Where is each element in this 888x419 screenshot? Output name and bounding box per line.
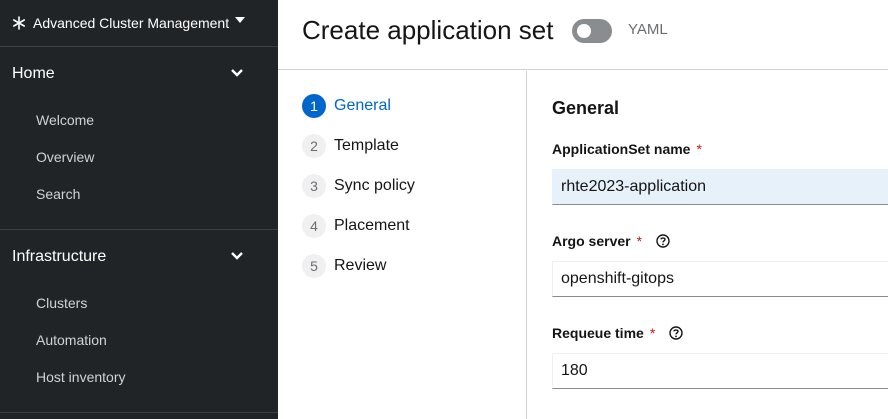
- chevron-down-icon: [230, 251, 244, 261]
- sidebar: Advanced Cluster Management Home Welcome…: [0, 0, 278, 419]
- requeue-time-label: Requeue time *: [552, 325, 683, 341]
- nav-group-label: Infrastructure: [12, 248, 107, 265]
- toggle-knob: [577, 24, 591, 38]
- nav-group-home[interactable]: Home: [0, 56, 278, 92]
- step-label: Placement: [334, 217, 410, 234]
- wizard-step-template[interactable]: 2 Template: [302, 134, 399, 158]
- nav-divider: [0, 412, 278, 413]
- step-number: 4: [302, 214, 326, 238]
- step-number: 2: [302, 134, 326, 158]
- wizard-nav: 1 General 2 Template 3 Sync policy 4 Pla…: [278, 71, 527, 419]
- field-label-text: Argo server: [552, 233, 631, 249]
- requeue-time-input[interactable]: 180: [552, 353, 888, 389]
- required-asterisk: *: [696, 141, 702, 157]
- general-form: General ApplicationSet name * rhte2023-a…: [528, 71, 888, 419]
- wizard-step-general[interactable]: 1 General: [302, 94, 391, 118]
- page-title: Create application set: [302, 15, 554, 45]
- section-title: General: [552, 98, 620, 118]
- argo-server-select[interactable]: openshift-gitops: [552, 261, 888, 297]
- argo-server-label: Argo server *: [552, 233, 670, 249]
- required-asterisk: *: [649, 325, 656, 341]
- wizard-step-placement[interactable]: 4 Placement: [302, 214, 410, 238]
- yaml-label: YAML: [628, 21, 668, 38]
- help-icon[interactable]: [656, 234, 670, 248]
- caret-down-icon: [235, 16, 245, 24]
- step-number: 3: [302, 174, 326, 198]
- step-label: General: [334, 97, 391, 114]
- sidebar-item-clusters[interactable]: Clusters: [36, 293, 87, 313]
- chevron-down-icon: [230, 68, 244, 78]
- applicationset-name-label: ApplicationSet name *: [552, 141, 702, 157]
- field-label-text: ApplicationSet name: [552, 141, 691, 157]
- sidebar-item-welcome[interactable]: Welcome: [36, 110, 94, 130]
- input-value: rhte2023-application: [561, 178, 706, 195]
- step-label: Review: [334, 257, 387, 274]
- input-value: openshift-gitops: [561, 270, 674, 287]
- step-label: Template: [334, 137, 399, 154]
- wizard-step-sync-policy[interactable]: 3 Sync policy: [302, 174, 415, 198]
- wizard-step-review[interactable]: 5 Review: [302, 254, 386, 278]
- page-header: Create application set YAML: [278, 0, 888, 70]
- sidebar-item-automation[interactable]: Automation: [36, 330, 107, 350]
- cluster-management-icon: [12, 16, 26, 30]
- sidebar-item-overview[interactable]: Overview: [36, 147, 94, 167]
- sidebar-item-host-inventory[interactable]: Host inventory: [36, 367, 125, 387]
- required-asterisk: *: [636, 233, 643, 249]
- perspective-label: Advanced Cluster Management: [33, 15, 230, 31]
- nav-group-infrastructure[interactable]: Infrastructure: [0, 239, 278, 275]
- nav-divider: [0, 229, 278, 230]
- sidebar-item-search[interactable]: Search: [36, 184, 80, 204]
- help-icon[interactable]: [669, 326, 683, 340]
- step-number: 1: [302, 94, 326, 118]
- field-label-text: Requeue time: [552, 325, 644, 341]
- step-label: Sync policy: [334, 177, 415, 194]
- nav-group-label: Home: [12, 65, 55, 82]
- perspective-switcher[interactable]: Advanced Cluster Management: [0, 0, 278, 47]
- yaml-toggle[interactable]: [572, 19, 612, 43]
- step-number: 5: [302, 254, 326, 278]
- input-value: 180: [561, 362, 588, 379]
- applicationset-name-input[interactable]: rhte2023-application: [552, 169, 888, 205]
